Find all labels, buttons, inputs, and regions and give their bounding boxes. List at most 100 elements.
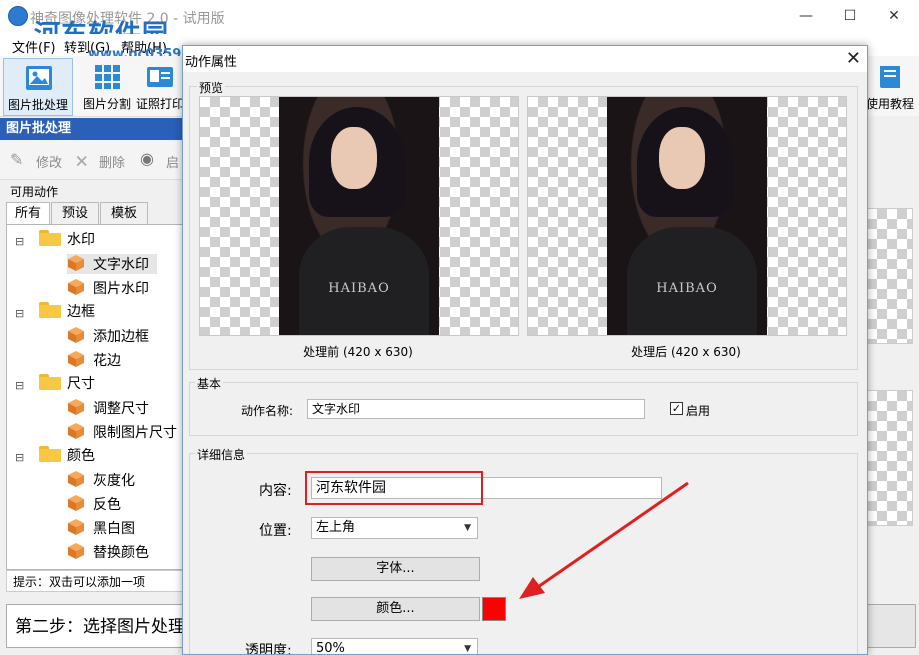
dialog-close-button[interactable]: ✕: [846, 48, 861, 69]
action-name-input[interactable]: 文字水印: [307, 399, 645, 419]
annotation-arrow: [519, 481, 689, 599]
collapse-toggle[interactable]: ⊟: [15, 307, 24, 320]
tab-presets[interactable]: 预设: [51, 202, 99, 225]
delete-button[interactable]: 删除: [99, 152, 125, 171]
tree-label: 水印: [67, 232, 95, 248]
tool-split-image[interactable]: 图片分割: [73, 58, 141, 114]
font-button[interactable]: 字体...: [311, 557, 480, 581]
photo-before: HAIBAO: [279, 97, 439, 335]
folder-icon: [39, 230, 61, 246]
enabled-label: 启用: [686, 404, 711, 418]
minimize-button[interactable]: —: [783, 0, 829, 32]
eye-icon: ◉: [140, 149, 154, 168]
position-select[interactable]: 左上角 ▼: [311, 517, 478, 539]
app-icon: [8, 6, 28, 26]
tree-folder-color[interactable]: 颜色: [39, 446, 95, 466]
preview-thumb: [866, 390, 913, 526]
tree-folder-size[interactable]: 尺寸: [39, 374, 95, 394]
content-label: 内容:: [259, 483, 292, 499]
dialog-title: 动作属性: [185, 55, 238, 70]
actions-label: 可用动作: [10, 185, 59, 199]
tool-batch-process[interactable]: 图片批处理: [3, 58, 73, 116]
maximize-button[interactable]: ☐: [827, 0, 873, 32]
close-button[interactable]: ✕: [871, 0, 917, 32]
preview-thumb: [866, 208, 913, 344]
tool-label: 图片分割: [82, 97, 131, 111]
delete-icon: 🗙: [76, 151, 88, 169]
highlight-box: [305, 471, 483, 505]
tree-item-add-border[interactable]: 添加边框: [67, 326, 149, 346]
edit-bar: [0, 141, 183, 180]
next-button[interactable]: [866, 604, 916, 648]
tree-label: 黑白图: [93, 521, 135, 537]
box-icon: [68, 543, 84, 559]
box-icon: [68, 255, 84, 271]
tree-label: 替换颜色: [93, 545, 149, 561]
opacity-select[interactable]: 50% ▼: [311, 638, 478, 654]
tree-label: 尺寸: [67, 376, 95, 392]
after-caption: 处理后 (420 x 630): [631, 345, 741, 359]
basic-group-label: 基本: [195, 375, 224, 392]
photo-watermark-text: HAIBAO: [656, 281, 718, 296]
preview-after: HAIBAO: [527, 96, 847, 336]
position-label: 位置:: [259, 523, 292, 539]
image-icon: [26, 66, 52, 90]
box-icon: [68, 423, 84, 439]
tree-item-replace-color[interactable]: 替换颜色: [67, 542, 149, 562]
action-tree: ⊟ 水印 文字水印 图片水印 ⊟ 边框 添加边框 花边 ⊟ 尺寸 调整尺寸 限制…: [6, 224, 185, 570]
tree-folder-border[interactable]: 边框: [39, 302, 95, 322]
grid-icon: [95, 65, 120, 89]
box-icon: [68, 471, 84, 487]
hint-text: 提示：双击可以添加一项: [6, 570, 183, 592]
photo-after: HAIBAO: [607, 97, 767, 335]
book-icon: [880, 66, 900, 88]
preview-before: HAIBAO: [199, 96, 519, 336]
tree-label: 花边: [93, 353, 121, 369]
tree-item-black-white[interactable]: 黑白图: [67, 518, 135, 538]
tree-label: 颜色: [67, 448, 95, 464]
enabled-checkbox[interactable]: ✓: [670, 402, 683, 415]
folder-icon: [39, 374, 61, 390]
collapse-toggle[interactable]: ⊟: [15, 235, 24, 248]
details-group-label: 详细信息: [195, 446, 248, 463]
menu-file[interactable]: 文件(F): [12, 37, 56, 56]
tool-label: 使用教程: [865, 97, 914, 111]
tree-item-invert[interactable]: 反色: [67, 494, 121, 514]
color-button[interactable]: 颜色...: [311, 597, 480, 621]
color-swatch[interactable]: [482, 597, 506, 621]
collapse-toggle[interactable]: ⊟: [15, 451, 24, 464]
tree-label: 边框: [67, 304, 95, 320]
tree-label: 限制图片尺寸: [93, 425, 177, 441]
photo-watermark-text: HAIBAO: [328, 281, 390, 296]
tree-folder-watermark[interactable]: 水印: [39, 230, 95, 250]
step-label: 第二步：选择图片处理: [6, 604, 191, 648]
box-icon: [68, 519, 84, 535]
tool-tutorial[interactable]: 使用教程: [862, 58, 918, 114]
tab-templates[interactable]: 模板: [100, 202, 148, 225]
tree-label: 文字水印: [93, 257, 149, 273]
tool-id-print[interactable]: 证照打印: [135, 58, 185, 114]
tree-label: 添加边框: [93, 329, 149, 345]
tree-label: 灰度化: [93, 473, 135, 489]
tree-item-lace[interactable]: 花边: [67, 350, 121, 370]
tree-item-grayscale[interactable]: 灰度化: [67, 470, 135, 490]
tree-item-limit-size[interactable]: 限制图片尺寸: [67, 422, 177, 442]
box-icon: [68, 327, 84, 343]
tree-item-text-watermark[interactable]: 文字水印: [67, 254, 157, 274]
tool-label: 证照打印: [136, 97, 185, 111]
tab-all[interactable]: 所有: [6, 202, 50, 226]
box-icon: [68, 279, 84, 295]
collapse-toggle[interactable]: ⊟: [15, 379, 24, 392]
position-value: 左上角: [316, 520, 356, 535]
before-caption: 处理前 (420 x 630): [303, 345, 413, 359]
tree-label: 反色: [93, 497, 121, 513]
modify-button[interactable]: 修改: [36, 152, 62, 171]
dropdown-arrow-icon: ▼: [464, 523, 471, 533]
action-name-label: 动作名称:: [241, 404, 294, 418]
enable-button[interactable]: 启: [166, 152, 179, 171]
tree-item-resize[interactable]: 调整尺寸: [67, 398, 149, 418]
id-card-icon: [147, 67, 173, 87]
action-properties-dialog: 动作属性 ✕ 预览 HAIBAO HAIBAO 处理前 (420 x 630) …: [182, 45, 868, 655]
tree-item-image-watermark[interactable]: 图片水印: [67, 278, 149, 298]
folder-icon: [39, 446, 61, 462]
